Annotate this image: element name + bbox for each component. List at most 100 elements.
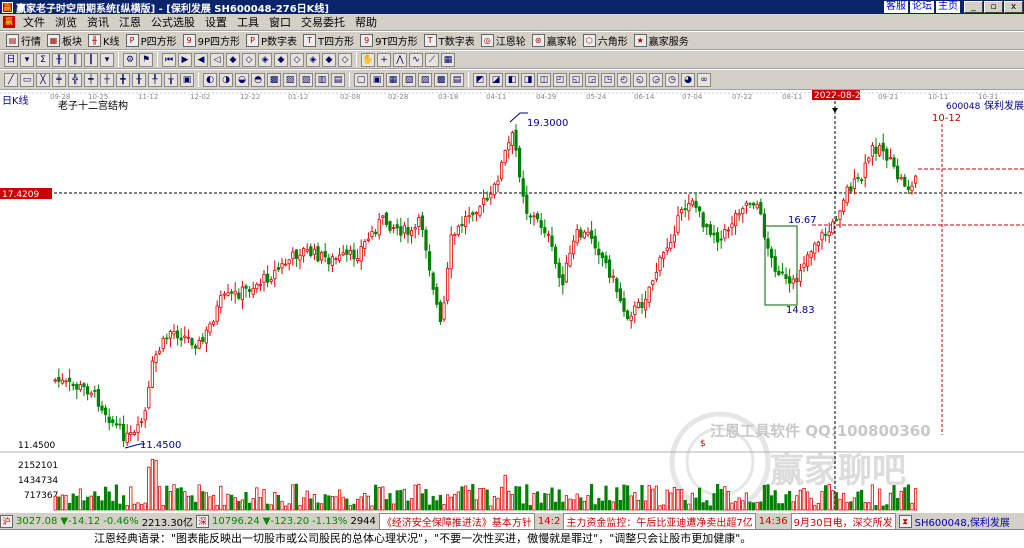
tool-icon[interactable]: ▢ bbox=[354, 72, 368, 87]
news-ticker-3[interactable]: 9月30日电，深交所发 bbox=[790, 513, 896, 529]
tool-icon[interactable]: ▩ bbox=[434, 72, 448, 87]
tool-icon[interactable]: ▧ bbox=[299, 72, 313, 87]
toolbar-service-button[interactable]: ★ 赢家服务 bbox=[631, 33, 692, 49]
tool-icon[interactable]: ┼ bbox=[100, 72, 114, 87]
toolbar-p-number-button[interactable]: P P数字表 bbox=[243, 33, 300, 49]
tool-icon[interactable]: ▤ bbox=[331, 72, 345, 87]
toolbar-winner-wheel-button[interactable]: ⊛ 赢家轮 bbox=[529, 33, 580, 49]
sh-index[interactable]: 3027.08 bbox=[16, 516, 57, 527]
diamond-icon[interactable]: ◈ bbox=[258, 52, 272, 67]
bars-icon[interactable]: ║ bbox=[68, 52, 82, 67]
tool-icon[interactable]: ┿ bbox=[84, 72, 98, 87]
toolbar-kline-button[interactable]: ╫ K线 bbox=[85, 33, 123, 49]
diamond-icon[interactable]: ◇ bbox=[242, 52, 256, 67]
toolbar-t-number-button[interactable]: T T数字表 bbox=[421, 33, 478, 49]
tool-icon[interactable]: ▨ bbox=[283, 72, 297, 87]
tool-icon[interactable]: ╪ bbox=[52, 72, 66, 87]
tool-icon[interactable]: ▣ bbox=[180, 72, 194, 87]
tool-icon[interactable]: ◰ bbox=[553, 72, 567, 87]
tool-icon[interactable]: ◧ bbox=[505, 72, 519, 87]
diamond-icon[interactable]: ◇ bbox=[338, 52, 352, 67]
tool-icon[interactable]: ▧ bbox=[402, 72, 416, 87]
tool-icon[interactable]: ◒ bbox=[235, 72, 249, 87]
toolbar-t-square-button[interactable]: T T四方形 bbox=[300, 33, 357, 49]
flag-icon[interactable]: ⚑ bbox=[139, 52, 153, 67]
news-ticker-1[interactable]: 《经济安全保障推进法》基本方针 bbox=[378, 513, 535, 529]
tool-icon[interactable]: ◲ bbox=[585, 72, 599, 87]
diamond-icon[interactable]: ◈ bbox=[306, 52, 320, 67]
chevron-down-icon[interactable]: ▾ bbox=[20, 52, 34, 67]
tool-icon[interactable]: ▣ bbox=[370, 72, 384, 87]
restore-button[interactable]: ▫ bbox=[984, 1, 1003, 13]
menu-trade[interactable]: 交易委托 bbox=[296, 14, 350, 30]
tool-icon[interactable]: ◵ bbox=[633, 72, 647, 87]
diamond-icon[interactable]: ◆ bbox=[274, 52, 288, 67]
app-menu-icon[interactable]: 赢 bbox=[3, 16, 15, 28]
stats-icon[interactable]: Σ bbox=[36, 52, 50, 67]
link-home[interactable]: 主页 bbox=[936, 1, 960, 13]
tool-icon[interactable]: ◪ bbox=[489, 72, 503, 87]
tool-icon[interactable]: ▦ bbox=[386, 72, 400, 87]
infinity-icon[interactable]: ∞ bbox=[697, 72, 711, 87]
line-tool-icon[interactable]: ╱ bbox=[4, 72, 18, 87]
tool-icon[interactable]: ╬ bbox=[68, 72, 82, 87]
zigzag-icon[interactable]: ⋀ bbox=[393, 52, 407, 67]
menu-news[interactable]: 资讯 bbox=[82, 14, 114, 30]
tool-icon[interactable]: ╀ bbox=[148, 72, 162, 87]
tool-icon[interactable]: ╳ bbox=[36, 72, 50, 87]
tool-icon[interactable]: ◴ bbox=[617, 72, 631, 87]
diamond-icon[interactable]: ◇ bbox=[290, 52, 304, 67]
hand-icon[interactable]: ✋ bbox=[361, 52, 375, 67]
tool-icon[interactable]: ◷ bbox=[665, 72, 679, 87]
toolbar-quotes-button[interactable]: ▤ 行情 bbox=[3, 33, 44, 49]
next-icon[interactable]: ▶ bbox=[178, 52, 192, 67]
tool-icon[interactable]: ▩ bbox=[267, 72, 281, 87]
menu-help[interactable]: 帮助 bbox=[350, 14, 382, 30]
tool-icon[interactable]: ⚙ bbox=[123, 52, 137, 67]
pie-icon[interactable]: ◕ bbox=[681, 72, 695, 87]
link-luntan[interactable]: 论坛 bbox=[910, 1, 934, 13]
tool-icon[interactable]: ◑ bbox=[219, 72, 233, 87]
toolbar-sector-button[interactable]: ▦ 板块 bbox=[44, 33, 85, 49]
toolbar-9t-square-button[interactable]: 9 9T四方形 bbox=[357, 33, 420, 49]
menu-tools[interactable]: 工具 bbox=[232, 14, 264, 30]
period-select[interactable]: 日 bbox=[4, 52, 18, 67]
tool-icon[interactable]: ╂ bbox=[132, 72, 146, 87]
tool-icon[interactable]: ▨ bbox=[418, 72, 432, 87]
menu-settings[interactable]: 设置 bbox=[200, 14, 232, 30]
current-stock[interactable]: SH600048,保利发展 bbox=[915, 514, 1010, 529]
grid-icon[interactable]: ▦ bbox=[441, 52, 455, 67]
diamond-icon[interactable]: ◆ bbox=[226, 52, 240, 67]
tool-icon[interactable]: ◓ bbox=[251, 72, 265, 87]
tool-icon[interactable]: ▤ bbox=[450, 72, 464, 87]
toolbar-p-square-button[interactable]: P P四方形 bbox=[123, 33, 180, 49]
menu-file[interactable]: 文件 bbox=[18, 14, 50, 30]
tool-icon[interactable]: ◫ bbox=[537, 72, 551, 87]
toolbar-gann-wheel-button[interactable]: ◎ 江恩轮 bbox=[478, 33, 529, 49]
toolbar-hexagon-button[interactable]: ⬡ 六角形 bbox=[580, 33, 631, 49]
tool-icon[interactable]: ◳ bbox=[601, 72, 615, 87]
link-kefu[interactable]: 客服 bbox=[884, 1, 908, 13]
diamond-icon[interactable]: ◆ bbox=[322, 52, 336, 67]
fan-icon[interactable]: ⟋ bbox=[425, 52, 439, 67]
box-tool-icon[interactable]: ▭ bbox=[20, 72, 34, 87]
menu-gann[interactable]: 江恩 bbox=[114, 14, 146, 30]
menu-window[interactable]: 窗口 bbox=[264, 14, 296, 30]
tool-icon[interactable]: ◨ bbox=[521, 72, 535, 87]
down-icon[interactable]: ▾ bbox=[100, 52, 114, 67]
toolbar-9p-square-button[interactable]: 9 9P四方形 bbox=[180, 33, 243, 49]
menu-browse[interactable]: 浏览 bbox=[50, 14, 82, 30]
minimize-button[interactable]: _ bbox=[964, 1, 983, 13]
sz-index[interactable]: 10796.24 bbox=[212, 516, 260, 527]
tool-icon[interactable]: ◩ bbox=[473, 72, 487, 87]
menu-formula[interactable]: 公式选股 bbox=[146, 14, 200, 30]
kline-chart[interactable]: 江恩工具软件 QQ:100800360 赢家聊吧 09-28 10-25 11-12… bbox=[0, 90, 1024, 512]
tool-icon[interactable]: ╁ bbox=[164, 72, 178, 87]
prev-icon[interactable]: ◀ bbox=[194, 52, 208, 67]
close-button[interactable]: x bbox=[1004, 1, 1023, 13]
tool-icon[interactable]: ◶ bbox=[649, 72, 663, 87]
kline-small-icon[interactable]: ╫ bbox=[52, 52, 66, 67]
tool-icon[interactable]: ▥ bbox=[315, 72, 329, 87]
candle-icon[interactable]: ┃ bbox=[84, 52, 98, 67]
wave-icon[interactable]: ∿ bbox=[409, 52, 423, 67]
